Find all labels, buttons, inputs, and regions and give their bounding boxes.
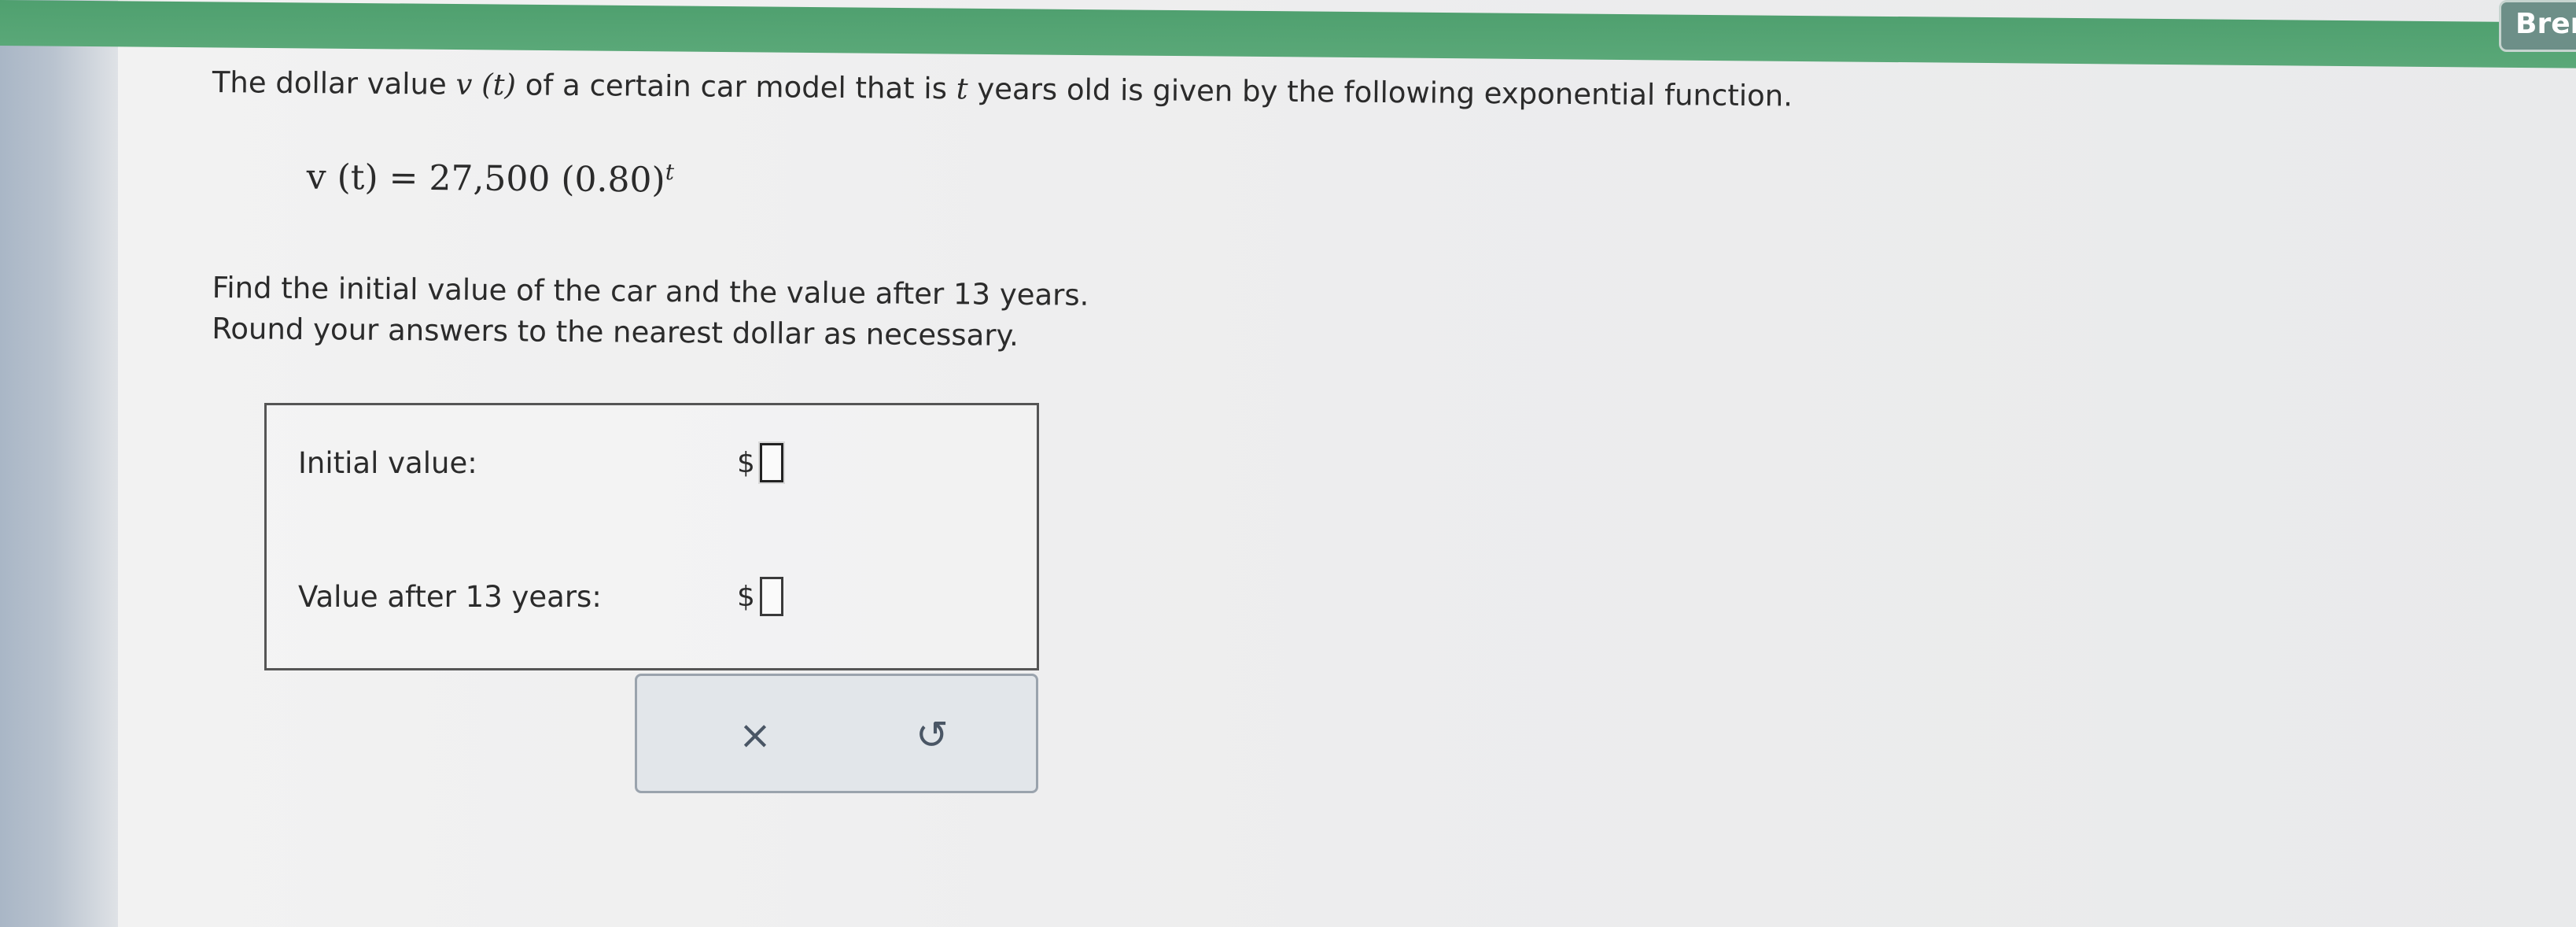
question-pre: The dollar value <box>212 65 456 102</box>
question-post: years old is given by the following expo… <box>967 72 1793 113</box>
action-panel: × ↺ <box>635 674 1038 793</box>
answer-box: Initial value: $ Value after 13 years: $ <box>264 403 1039 670</box>
dollar-sign: $ <box>737 580 755 613</box>
undo-button[interactable]: ↺ <box>905 707 960 763</box>
function-name: v <box>455 67 473 102</box>
close-icon: × <box>739 712 772 758</box>
question-mid: of a certain car model that is <box>515 68 956 106</box>
value-after-input[interactable] <box>759 577 783 616</box>
initial-value-input[interactable] <box>759 443 783 482</box>
instruction-line-1: Find the initial value of the car and th… <box>212 270 1089 312</box>
screen-left-edge <box>0 0 118 927</box>
formula-exponent: t <box>665 158 675 186</box>
exponential-formula: v (t) = 27,500 (0.80)t <box>307 156 675 201</box>
instruction-line-2: Round your answers to the nearest dollar… <box>212 311 1019 353</box>
formula-expression: v (t) = 27,500 (0.80) <box>306 157 665 201</box>
clear-button[interactable]: × <box>728 707 783 763</box>
instructions: Find the initial value of the car and th… <box>212 268 1089 357</box>
dollar-sign: $ <box>737 446 755 479</box>
value-after-label: Value after 13 years: <box>298 580 602 614</box>
value-after-field: $ <box>737 577 783 616</box>
undo-icon: ↺ <box>916 712 949 758</box>
function-arg: (t) <box>481 67 517 102</box>
user-name-label: Brer <box>2515 8 2576 40</box>
initial-value-label: Initial value: <box>298 446 477 480</box>
user-menu-button[interactable]: Brer <box>2499 0 2576 52</box>
variable-t: t <box>956 72 968 106</box>
initial-value-field: $ <box>737 443 783 482</box>
